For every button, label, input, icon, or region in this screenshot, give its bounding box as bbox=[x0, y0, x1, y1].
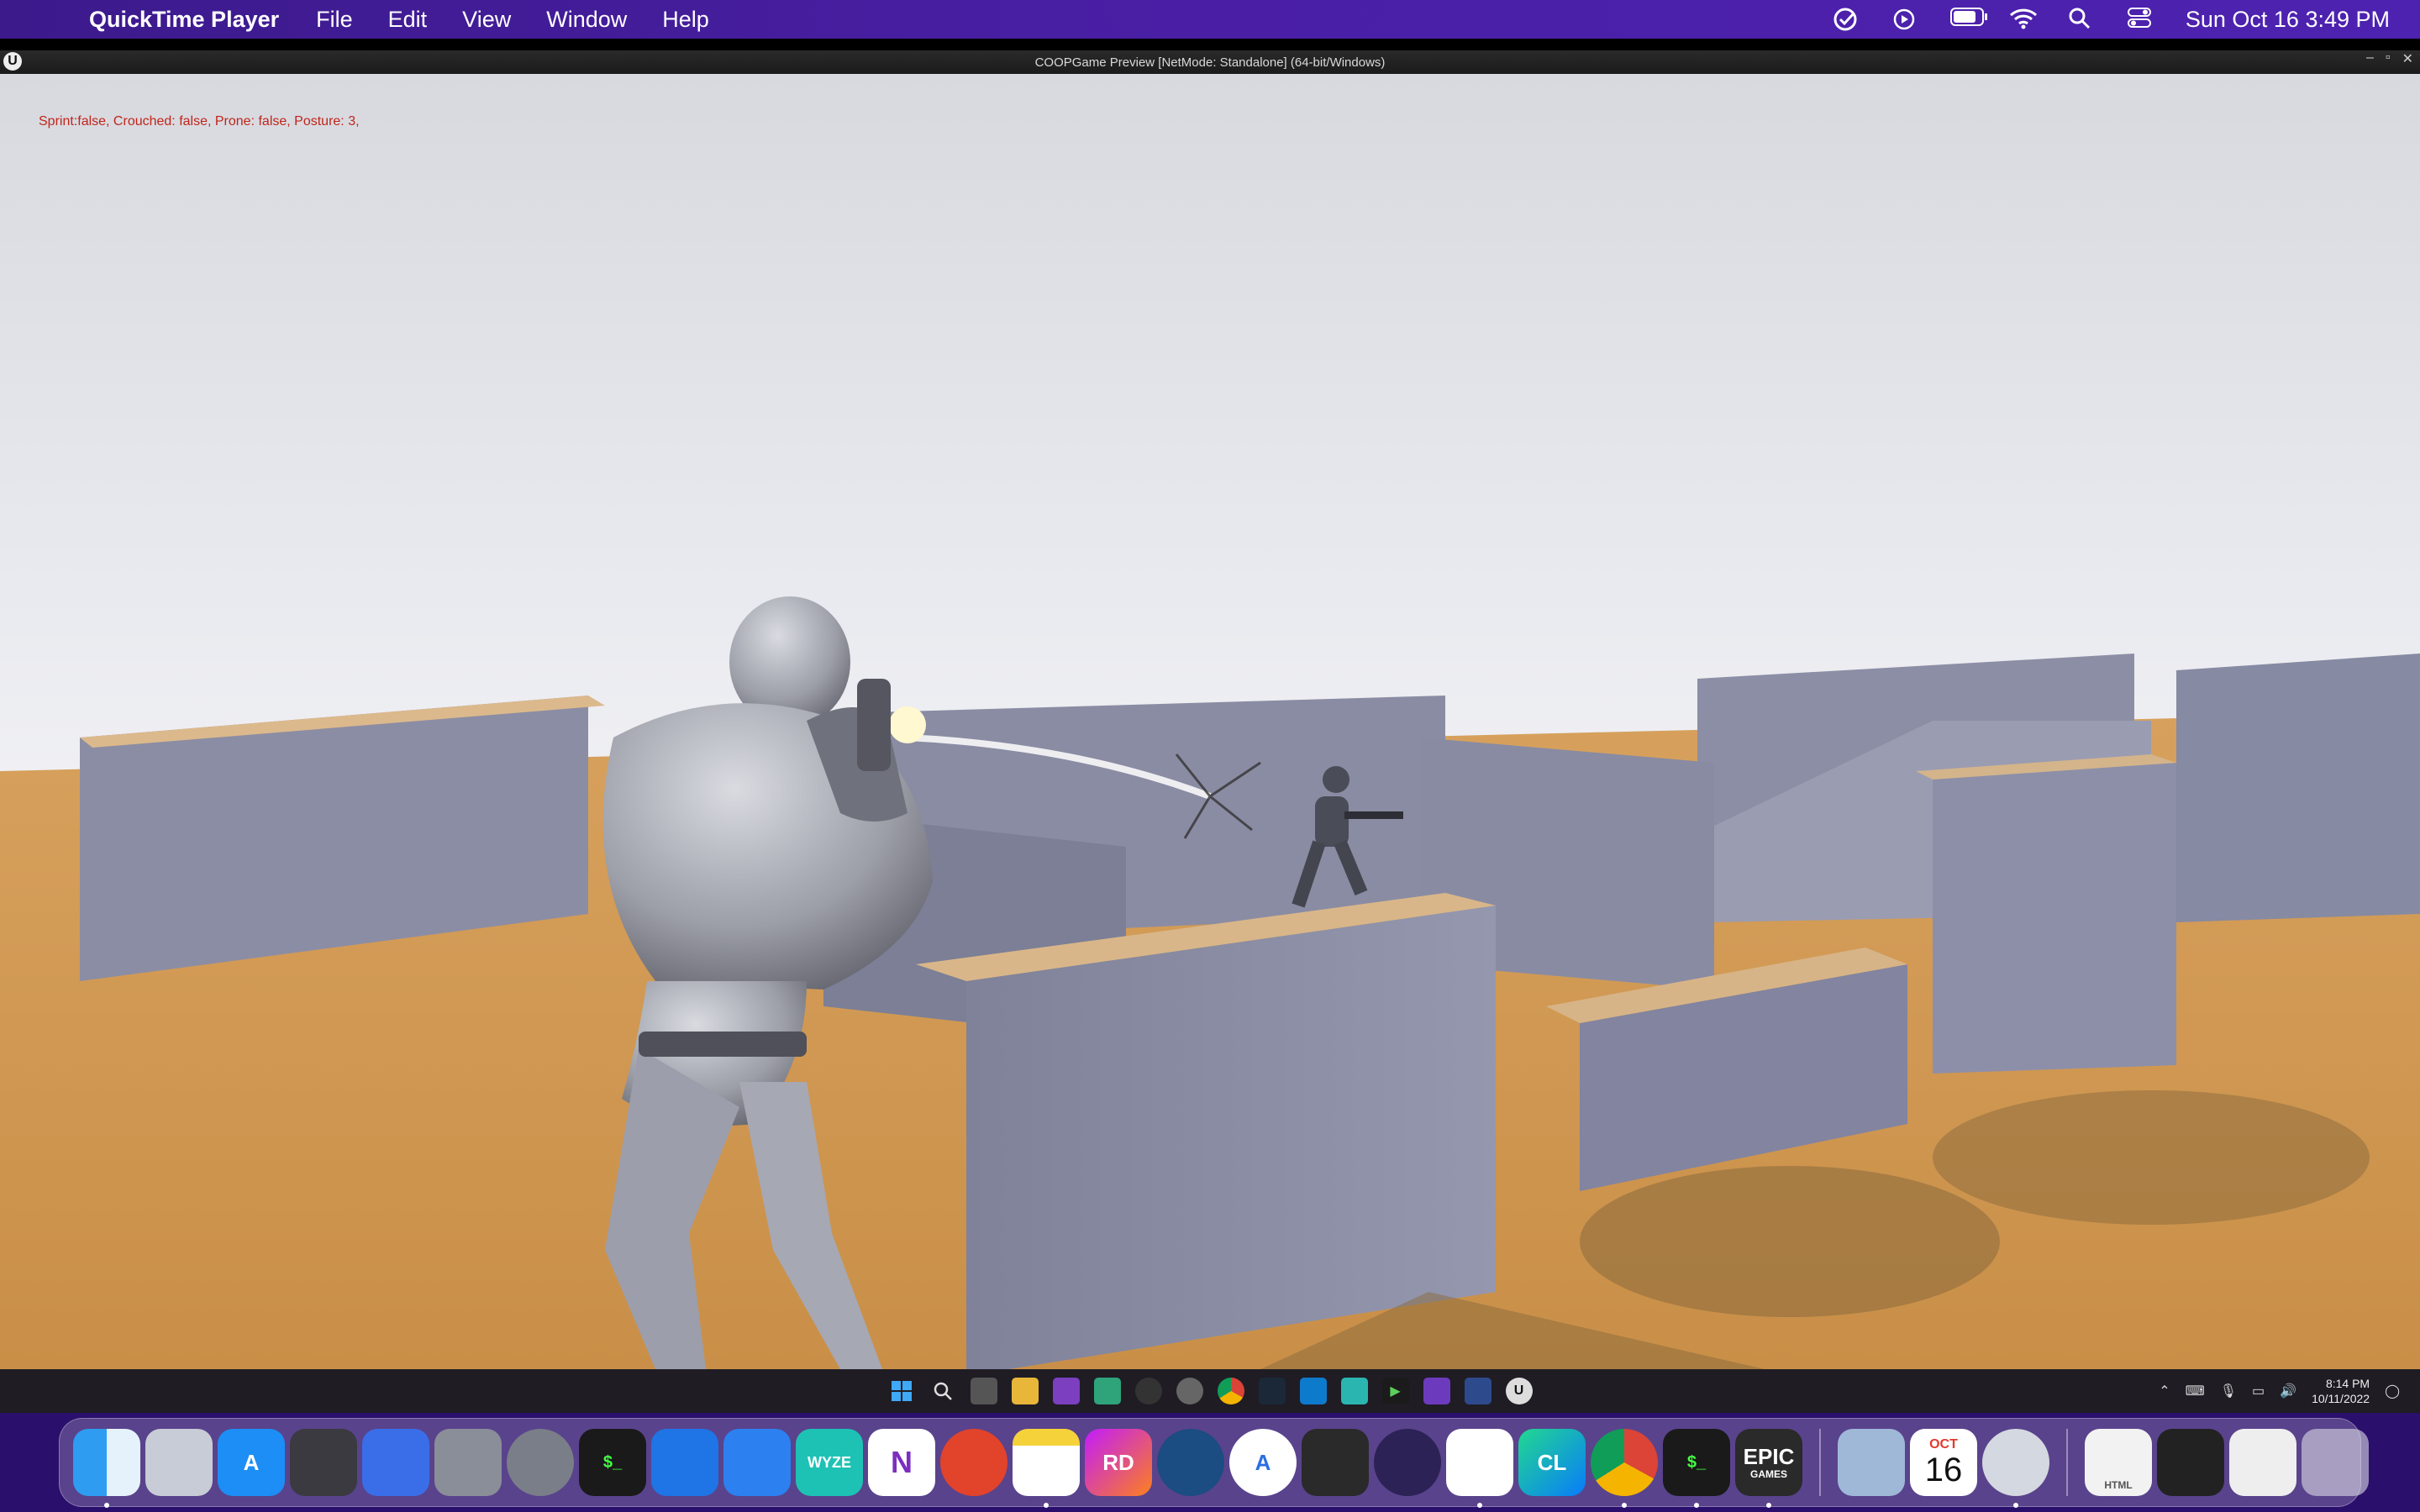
menu-bar-status-area: Sun Oct 16 3:49 PM bbox=[1833, 7, 2390, 33]
notes-icon[interactable] bbox=[1013, 1429, 1080, 1508]
menu-bar-clock[interactable]: Sun Oct 16 3:49 PM bbox=[2186, 7, 2390, 33]
epic-games-icon[interactable]: EPIC GAMES bbox=[1735, 1429, 1802, 1508]
dock-background: A $_ WYZE N RD A CL $_ EPIC GAMES OCT 16 bbox=[0, 1413, 2420, 1512]
maximize-icon[interactable]: ▫ bbox=[2386, 50, 2391, 67]
minimize-icon[interactable]: – bbox=[2366, 50, 2374, 67]
instruments-icon[interactable] bbox=[723, 1429, 791, 1496]
steam-icon[interactable] bbox=[1258, 1378, 1286, 1404]
onenote-icon[interactable]: N bbox=[868, 1429, 935, 1496]
testflight-icon[interactable]: A bbox=[1229, 1429, 1297, 1496]
wall-right-tall bbox=[1933, 763, 2176, 1074]
remote-desktop-icon[interactable] bbox=[940, 1429, 1007, 1496]
game-window-title-bar[interactable]: U COOPGame Preview [NetMode: Standalone]… bbox=[0, 50, 2420, 74]
window-controls: – ▫ ✕ bbox=[2366, 50, 2413, 67]
file-explorer-icon[interactable] bbox=[1011, 1378, 1039, 1404]
trash-icon[interactable] bbox=[2302, 1429, 2369, 1496]
obs-icon[interactable] bbox=[1134, 1378, 1162, 1404]
steam-icon[interactable] bbox=[1157, 1429, 1224, 1496]
preview-icon[interactable] bbox=[434, 1429, 502, 1496]
window-title: COOPGame Preview [NetMode: Standalone] (… bbox=[1034, 55, 1386, 70]
menu-help[interactable]: Help bbox=[662, 7, 709, 33]
unity-icon[interactable] bbox=[1302, 1429, 1369, 1496]
menu-window[interactable]: Window bbox=[546, 7, 627, 33]
checklist-icon[interactable] bbox=[1833, 7, 1861, 32]
terminal-2-icon[interactable]: $_ bbox=[1663, 1429, 1730, 1508]
notification-icon[interactable]: ◯ bbox=[2385, 1383, 2400, 1399]
menu-edit[interactable]: Edit bbox=[388, 7, 428, 33]
system-preferences-icon[interactable] bbox=[507, 1429, 574, 1496]
search-icon[interactable] bbox=[929, 1378, 956, 1404]
finder-icon[interactable] bbox=[73, 1429, 140, 1508]
terminal-icon[interactable] bbox=[1464, 1378, 1491, 1404]
clion-icon[interactable]: CL bbox=[1518, 1429, 1586, 1496]
window-thumbnail-2-icon[interactable] bbox=[2229, 1429, 2296, 1496]
shadow-2 bbox=[1933, 1090, 2370, 1225]
macos-menu-bar: QuickTime Player File Edit View Window H… bbox=[0, 0, 2420, 39]
microphone-icon[interactable]: 🎙 bbox=[2220, 1383, 2237, 1399]
game-scene bbox=[0, 596, 2420, 1369]
menu-view[interactable]: View bbox=[462, 7, 511, 33]
system-tray: ⌃ ⌨ 🎙 ▭ 🔊 8:14 PM 10/11/2022 ◯ bbox=[2159, 1369, 2400, 1413]
image-capture-icon[interactable] bbox=[1838, 1429, 1905, 1496]
dock-separator bbox=[1819, 1429, 1821, 1496]
unreal-engine-icon: U bbox=[3, 52, 22, 71]
app-menu[interactable]: QuickTime Player bbox=[89, 7, 279, 33]
vscode-icon[interactable] bbox=[1446, 1429, 1513, 1508]
muzzle-flash bbox=[889, 706, 926, 743]
quicktime-icon[interactable] bbox=[1982, 1429, 2049, 1508]
calendar-icon[interactable]: OCT 16 bbox=[1910, 1429, 1977, 1496]
launchpad-icon[interactable] bbox=[145, 1429, 213, 1496]
app-store-icon[interactable]: A bbox=[218, 1429, 285, 1496]
chevron-up-icon[interactable]: ⌃ bbox=[2159, 1383, 2170, 1399]
close-icon[interactable]: ✕ bbox=[2402, 50, 2413, 67]
volume-icon[interactable]: 🔊 bbox=[2280, 1383, 2296, 1399]
far-wall-right bbox=[2176, 654, 2420, 922]
shadow-1 bbox=[1580, 1166, 2000, 1317]
macos-dock: A $_ WYZE N RD A CL $_ EPIC GAMES OCT 16 bbox=[59, 1418, 2369, 1508]
app-icon-3[interactable] bbox=[1340, 1378, 1368, 1404]
xcode-icon[interactable] bbox=[651, 1429, 718, 1496]
wifi-icon[interactable] bbox=[2009, 7, 2038, 32]
app-icon-2[interactable] bbox=[1176, 1378, 1203, 1404]
play-circle-icon[interactable] bbox=[1891, 7, 1920, 32]
eclipse-icon[interactable] bbox=[1374, 1429, 1441, 1496]
compressor-icon[interactable] bbox=[290, 1429, 357, 1496]
swift-playgrounds-icon[interactable] bbox=[362, 1429, 429, 1496]
taskbar-clock[interactable]: 8:14 PM 10/11/2022 bbox=[2312, 1376, 2370, 1406]
battery-icon[interactable] bbox=[1949, 7, 1987, 32]
terminal-icon[interactable]: $_ bbox=[579, 1429, 646, 1496]
vscode-icon[interactable] bbox=[1299, 1378, 1327, 1404]
keyboard-icon[interactable]: ⌨ bbox=[2186, 1383, 2205, 1399]
rider-run-icon[interactable]: ▶ bbox=[1381, 1378, 1409, 1404]
onenote-icon[interactable] bbox=[1052, 1378, 1080, 1404]
menu-file[interactable]: File bbox=[316, 7, 353, 33]
window-thumbnail-icon[interactable] bbox=[2157, 1429, 2224, 1496]
visual-studio-icon[interactable] bbox=[1423, 1378, 1450, 1404]
spotlight-search-icon[interactable] bbox=[2068, 7, 2096, 32]
windows-taskbar: ▶ U ⌃ ⌨ 🎙 ▭ 🔊 8:14 PM 10/11/2022 ◯ bbox=[0, 1369, 2420, 1413]
app-icon[interactable] bbox=[1093, 1378, 1121, 1404]
debug-status-text: Sprint:false, Crouched: false, Prone: fa… bbox=[39, 114, 360, 129]
dock-separator-2 bbox=[2066, 1429, 2068, 1496]
chrome-icon[interactable] bbox=[1217, 1378, 1244, 1404]
html-file-icon[interactable]: HTML bbox=[2085, 1429, 2152, 1496]
rider-icon[interactable]: RD bbox=[1085, 1429, 1152, 1496]
network-icon[interactable]: ▭ bbox=[2252, 1383, 2265, 1399]
chrome-icon[interactable] bbox=[1591, 1429, 1658, 1508]
unreal-engine-icon[interactable]: U bbox=[1505, 1378, 1533, 1404]
game-viewport[interactable]: Sprint:false, Crouched: false, Prone: fa… bbox=[0, 74, 2420, 1369]
taskbar-icons: ▶ U bbox=[888, 1378, 1533, 1404]
windows-start-icon[interactable] bbox=[888, 1378, 915, 1404]
control-center-icon[interactable] bbox=[2127, 7, 2155, 32]
wyze-icon[interactable]: WYZE bbox=[796, 1429, 863, 1496]
task-view-icon[interactable] bbox=[970, 1378, 997, 1404]
